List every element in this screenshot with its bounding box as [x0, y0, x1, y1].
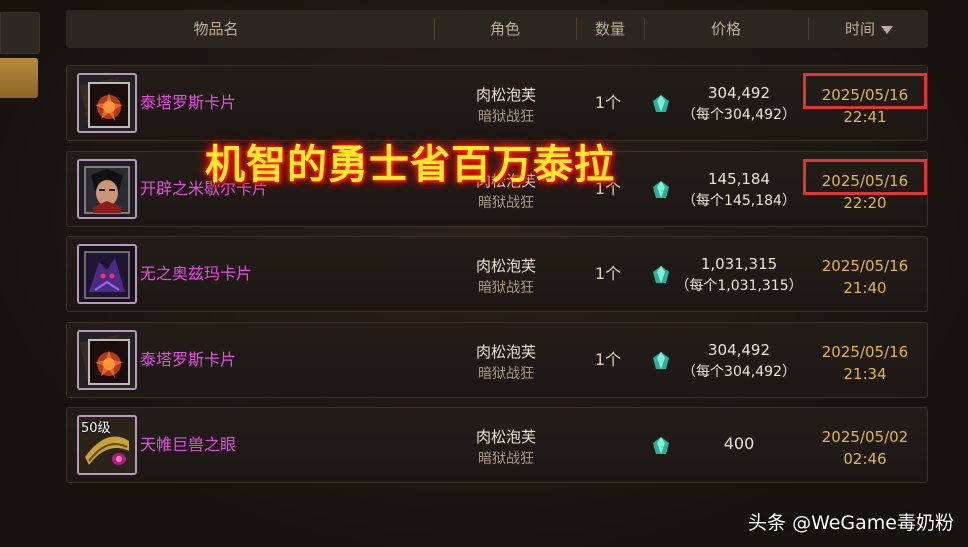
card-warrior-portrait-icon: [77, 159, 137, 219]
role-name: 肉松泡芙: [475, 86, 536, 104]
header-price: 价格: [710, 20, 741, 38]
trade-time: 02:46: [843, 450, 887, 468]
table-row[interactable]: 泰塔罗斯卡片 肉松泡芙 暗狱战狂 1个 304,492 （每个304,492） …: [66, 322, 928, 398]
header-divider: [808, 18, 809, 40]
terra-gem-icon: [653, 437, 669, 454]
item-name: 无之奥兹玛卡片: [140, 264, 253, 283]
price-total: 145,184: [707, 170, 771, 188]
trade-time: 21:40: [843, 279, 887, 297]
header-role: 角色: [489, 20, 520, 38]
price-total: 1,031,315: [700, 255, 778, 273]
role-name: 肉松泡芙: [475, 428, 536, 446]
side-tab-1[interactable]: [0, 12, 40, 54]
quantity: 1个: [594, 264, 622, 283]
header-divider: [644, 18, 645, 40]
table-row[interactable]: 无之奥兹玛卡片 肉松泡芙 暗狱战狂 1个 1,031,315 （每个1,031,…: [66, 236, 928, 312]
trade-time: 21:34: [843, 365, 887, 383]
overlay-caption: 机智的勇士省百万泰拉: [205, 142, 615, 188]
price-total: 400: [723, 434, 755, 453]
side-tab-2-active[interactable]: [0, 58, 38, 98]
price-total: 304,492: [707, 84, 771, 102]
role-class: 暗狱战狂: [478, 195, 534, 211]
role-class: 暗狱战狂: [478, 109, 534, 125]
price-total: 304,492: [707, 341, 771, 359]
price-each: （每个304,492）: [682, 107, 796, 123]
role-class: 暗狱战狂: [478, 366, 534, 382]
trade-time: 22:41: [843, 108, 887, 126]
quantity: 1个: [594, 93, 622, 112]
role-name: 肉松泡芙: [475, 257, 536, 275]
table-row[interactable]: 泰塔罗斯卡片 肉松泡芙 暗狱战狂 1个 304,492 （每个304,492） …: [66, 65, 928, 141]
terra-gem-icon: [653, 95, 669, 112]
terra-gem-icon: [653, 352, 669, 369]
caret-down-icon: [881, 25, 893, 34]
role-name: 肉松泡芙: [475, 343, 536, 361]
highlight-box: [803, 159, 927, 195]
level-badge: 50级: [81, 421, 111, 436]
table-row[interactable]: 50级 天帷巨兽之眼 肉松泡芙 暗狱战狂 400 2025/05/02 02:4…: [66, 407, 928, 483]
header-divider: [576, 18, 577, 40]
header-time: 时间: [844, 20, 875, 38]
trade-date: 2025/05/16: [821, 257, 909, 275]
header-divider: [434, 18, 435, 40]
table-header: 物品名 角色 数量 价格 时间: [66, 10, 928, 48]
header-item: 物品名: [193, 20, 239, 38]
header-time-sort[interactable]: 时间: [810, 10, 928, 48]
highlight-box: [803, 73, 927, 109]
beast-eye-item-icon: 50级: [77, 415, 137, 475]
role-class: 暗狱战狂: [478, 280, 534, 296]
trade-time: 22:20: [843, 194, 887, 212]
header-qty: 数量: [594, 20, 625, 38]
card-fiery-crystal-icon: [77, 73, 137, 133]
card-dark-demon-icon: [77, 244, 137, 304]
terra-gem-icon: [653, 181, 669, 198]
price-each: （每个304,492）: [682, 364, 796, 380]
item-name: 泰塔罗斯卡片: [140, 350, 237, 369]
quantity: [583, 408, 633, 482]
watermark: 头条 @WeGame毒奶粉: [748, 512, 954, 534]
role-class: 暗狱战狂: [478, 451, 534, 467]
item-name: 天帷巨兽之眼: [140, 435, 237, 454]
terra-gem-icon: [653, 266, 669, 283]
trade-date: 2025/05/02: [821, 428, 909, 446]
item-name: 泰塔罗斯卡片: [140, 93, 237, 112]
trade-date: 2025/05/16: [821, 343, 909, 361]
card-fiery-crystal-icon: [77, 330, 137, 390]
quantity: 1个: [594, 350, 622, 369]
price-each: （每个1,031,315）: [675, 278, 803, 294]
price-each: （每个145,184）: [682, 193, 796, 209]
trade-history-screen: 物品名 角色 数量 价格 时间 泰塔罗斯卡片 肉松泡芙 暗狱战狂 1个 304,…: [0, 0, 968, 547]
